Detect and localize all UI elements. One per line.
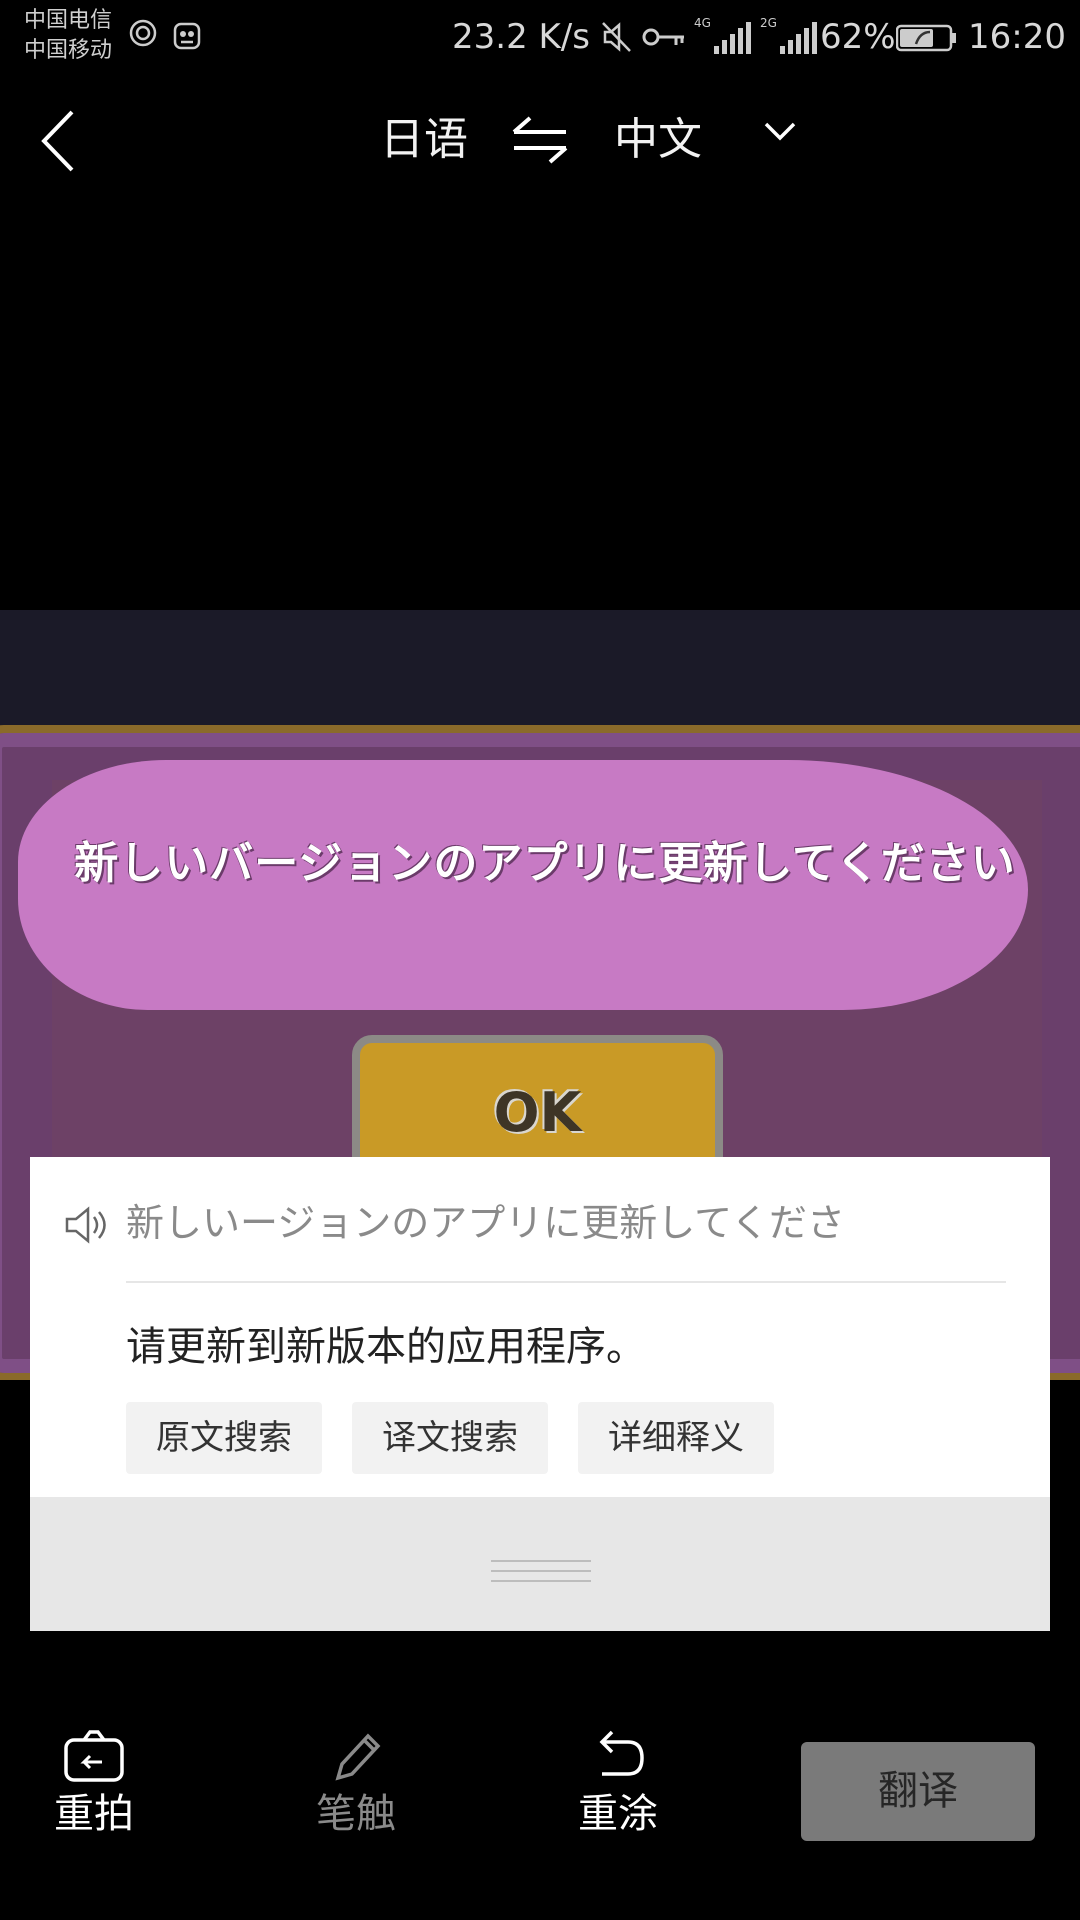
mute-icon [600, 20, 634, 58]
retake-button[interactable]: 重拍 [44, 1728, 144, 1840]
source-language[interactable]: 日语 [380, 112, 468, 168]
signal-1-icon [712, 22, 752, 58]
signal-1-network-type: 4G [694, 16, 711, 30]
source-text: 新しいージョンのアプリに更新してくださ [126, 1201, 845, 1245]
battery-percent: 62% [820, 17, 896, 57]
signal-2-network-type: 2G [760, 16, 777, 30]
signal-2-icon [778, 22, 818, 58]
status-bar: 中国电信 中国移动 23.2 K/s 4G 2G 62% 16:20 [0, 0, 1080, 76]
undo-icon [568, 1728, 668, 1788]
language-bar: 日语 中文 [0, 90, 1080, 190]
target-language[interactable]: 中文 [614, 112, 702, 168]
carrier-2: 中国移动 [24, 38, 113, 63]
brush-label: 笔触 [316, 1791, 396, 1837]
photo-dialog-text: 新しいバージョンのアプリに更新してください [74, 838, 1016, 889]
drag-handle-icon[interactable] [491, 1557, 591, 1589]
detailed-definition-button[interactable]: 详细释义 [578, 1402, 774, 1474]
pencil-icon [306, 1728, 406, 1788]
carrier-info: 中国电信 中国移动 [24, 6, 112, 66]
divider [126, 1281, 1006, 1283]
brush-button[interactable]: 笔触 [306, 1728, 406, 1840]
card-footer [30, 1497, 1050, 1631]
back-icon[interactable] [38, 108, 78, 178]
chevron-down-icon[interactable] [762, 120, 798, 148]
carrier-1: 中国电信 [24, 8, 113, 33]
retake-label: 重拍 [54, 1791, 134, 1837]
translation-result-card: 新しいージョンのアプリに更新してくださ 请更新到新版本的应用程序。 原文搜索 译… [30, 1157, 1050, 1631]
swap-languages-icon[interactable] [510, 112, 570, 172]
translation-search-button[interactable]: 译文搜索 [352, 1402, 548, 1474]
repaint-label: 重涂 [578, 1791, 658, 1837]
photo-ok-label: OK [493, 1081, 582, 1144]
speaker-icon[interactable] [64, 1205, 108, 1249]
battery-icon [895, 24, 958, 56]
clock: 16:20 [968, 17, 1066, 57]
hotspot-icon [128, 18, 158, 52]
network-speed: 23.2 K/s [452, 17, 590, 57]
source-search-button[interactable]: 原文搜索 [126, 1402, 322, 1474]
retake-icon [44, 1728, 144, 1788]
translate-button[interactable]: 翻译 [801, 1742, 1035, 1841]
translation-text: 请更新到新版本的应用程序。 [126, 1324, 646, 1370]
repaint-button[interactable]: 重涂 [568, 1728, 668, 1840]
key-icon [642, 24, 686, 54]
app-notification-icon [170, 18, 204, 56]
